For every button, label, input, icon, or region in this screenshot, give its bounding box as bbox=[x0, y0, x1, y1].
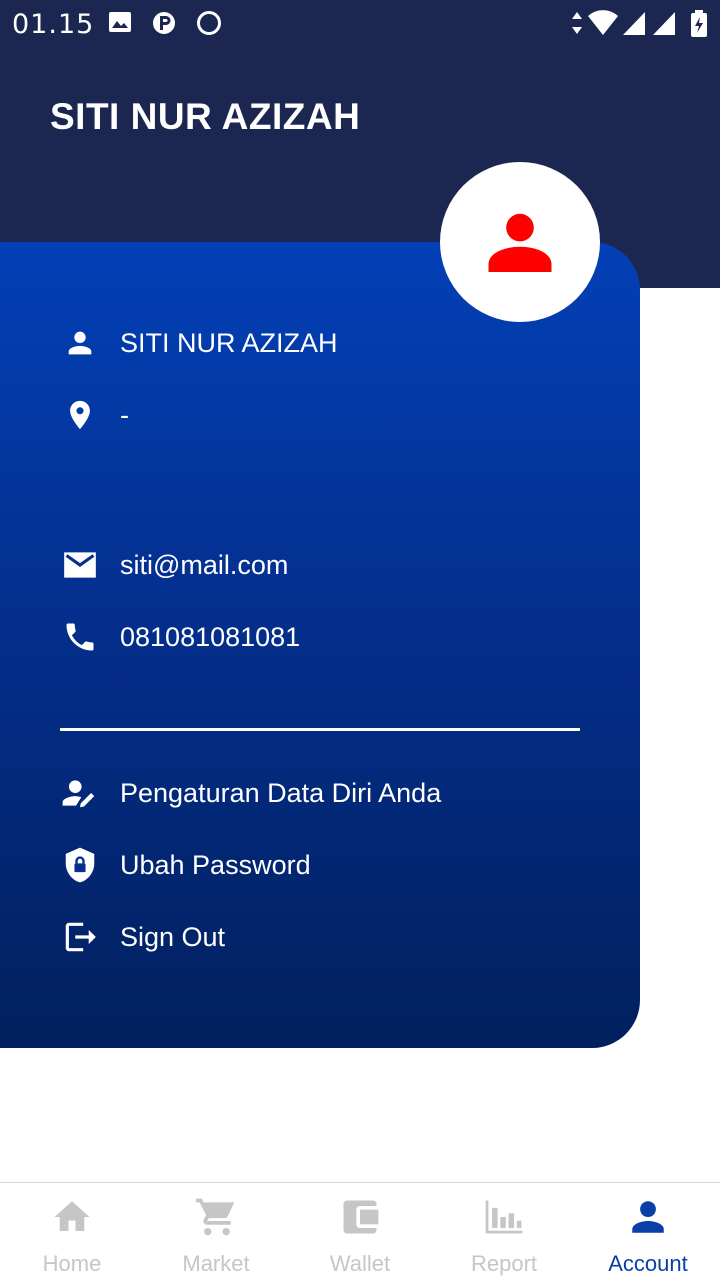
nav-report-label: Report bbox=[470, 1251, 538, 1276]
nav-market[interactable]: Market bbox=[144, 1183, 288, 1280]
nav-account-label: Account bbox=[608, 1251, 688, 1276]
battery-charging-icon bbox=[690, 10, 708, 43]
phone-icon bbox=[60, 617, 100, 657]
profile-phone-row: 081081081081 bbox=[60, 617, 300, 657]
page-title: SITI NUR AZIZAH bbox=[50, 96, 361, 137]
mail-icon bbox=[60, 545, 100, 585]
status-bar: 01.15 bbox=[0, 0, 720, 50]
sign-out-icon bbox=[60, 917, 100, 957]
data-transfer-icon bbox=[570, 10, 584, 41]
avatar[interactable] bbox=[440, 162, 600, 322]
person-edit-icon bbox=[60, 773, 100, 813]
nav-wallet[interactable]: Wallet bbox=[288, 1183, 432, 1280]
cart-icon bbox=[194, 1195, 238, 1239]
profile-address-row: - bbox=[60, 395, 129, 435]
person-icon bbox=[626, 1195, 670, 1239]
sign-out-label: Sign Out bbox=[120, 921, 226, 952]
status-time: 01.15 bbox=[12, 9, 95, 40]
personal-data-settings-button[interactable]: Pengaturan Data Diri Anda bbox=[60, 773, 441, 813]
nav-market-label: Market bbox=[182, 1251, 250, 1276]
wifi-icon bbox=[587, 10, 619, 41]
person-icon bbox=[60, 323, 100, 363]
profile-address: - bbox=[120, 399, 129, 430]
profile-name-row: SITI NUR AZIZAH bbox=[60, 323, 338, 363]
bar-chart-icon bbox=[482, 1195, 526, 1239]
person-icon bbox=[488, 213, 552, 272]
location-pin-icon bbox=[60, 395, 100, 435]
image-notification-icon bbox=[108, 10, 132, 39]
profile-email: siti@mail.com bbox=[120, 549, 289, 580]
parking-notification-icon bbox=[152, 10, 176, 41]
personal-data-settings-label: Pengaturan Data Diri Anda bbox=[120, 777, 442, 808]
signal-icon-2 bbox=[652, 10, 676, 41]
bottom-navigation: Home Market Wallet Report Account bbox=[0, 1182, 720, 1280]
nav-wallet-label: Wallet bbox=[329, 1251, 391, 1276]
profile-name: SITI NUR AZIZAH bbox=[120, 327, 338, 358]
home-icon bbox=[50, 1195, 94, 1239]
change-password-label: Ubah Password bbox=[120, 849, 311, 880]
nav-home-label: Home bbox=[42, 1251, 102, 1276]
profile-phone: 081081081081 bbox=[120, 621, 301, 652]
circle-notification-icon bbox=[196, 10, 222, 41]
sign-out-button[interactable]: Sign Out bbox=[60, 917, 225, 957]
divider bbox=[60, 728, 580, 731]
shield-lock-icon bbox=[60, 845, 100, 885]
nav-home[interactable]: Home bbox=[0, 1183, 144, 1280]
nav-account[interactable]: Account bbox=[576, 1183, 720, 1280]
signal-icon bbox=[622, 10, 646, 41]
wallet-icon bbox=[338, 1195, 382, 1239]
nav-report[interactable]: Report bbox=[432, 1183, 576, 1280]
change-password-button[interactable]: Ubah Password bbox=[60, 845, 311, 885]
profile-email-row: siti@mail.com bbox=[60, 545, 288, 585]
